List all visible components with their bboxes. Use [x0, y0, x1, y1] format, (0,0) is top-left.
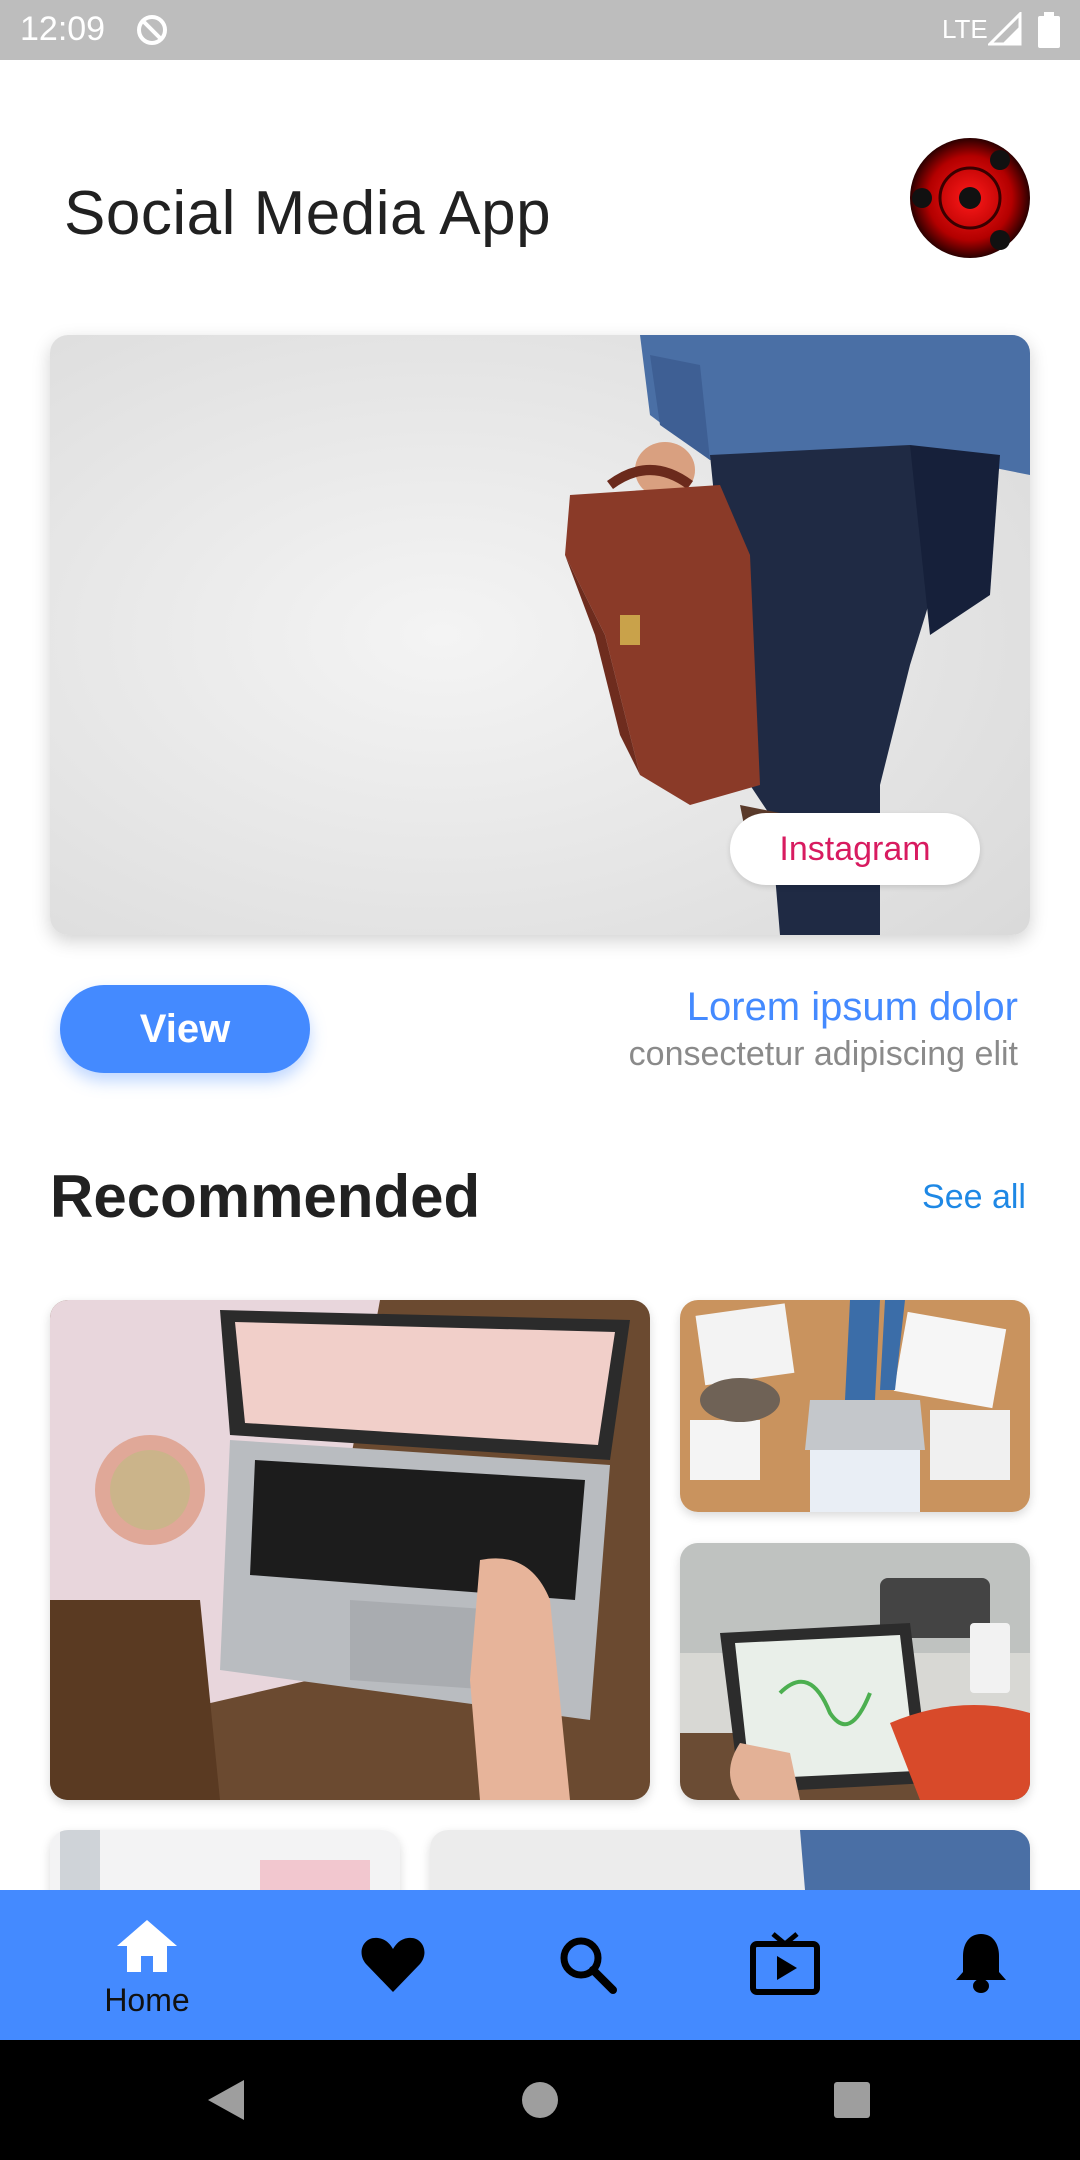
- search-icon: [560, 1937, 617, 1994]
- office-desk-photo: [680, 1300, 1030, 1512]
- status-bar: 12:09 LTE: [0, 0, 1080, 60]
- home-icon: [117, 1920, 177, 1972]
- back-icon[interactable]: [206, 2078, 246, 2122]
- laptop-desk-photo: [50, 1300, 650, 1800]
- app-title: Social Media App: [64, 179, 552, 248]
- caption-subtitle: consectetur adipiscing elit: [628, 1035, 1018, 1073]
- system-nav-bar: [0, 2040, 1080, 2160]
- nav-search[interactable]: [512, 1890, 662, 2040]
- section-title: Recommended: [50, 1163, 481, 1230]
- avatar[interactable]: [908, 136, 1032, 260]
- nav-notifications[interactable]: [906, 1890, 1056, 2040]
- tablet-drawing-photo: [680, 1543, 1030, 1800]
- heart-icon: [361, 1937, 425, 1992]
- tv-icon: [750, 1932, 820, 1995]
- caption-title: Lorem ipsum dolor: [686, 985, 1018, 1029]
- nav-home-label: Home: [104, 1982, 190, 2018]
- nav-tv[interactable]: [710, 1890, 860, 2040]
- nav-home[interactable]: Home: [72, 1890, 222, 2040]
- recommended-tile-top[interactable]: [680, 1300, 1030, 1512]
- recommended-tile-large[interactable]: [50, 1300, 650, 1800]
- sync-icon: [137, 15, 167, 45]
- bottom-nav: Home: [0, 1890, 1080, 2040]
- recommended-tile-bottom[interactable]: [680, 1543, 1030, 1800]
- status-time: 12:09: [20, 10, 106, 48]
- view-button[interactable]: View: [60, 985, 310, 1073]
- instagram-chip[interactable]: Instagram: [730, 813, 980, 885]
- signal-icon: [988, 12, 1022, 46]
- battery-icon: [1038, 12, 1060, 48]
- network-type: LTE: [942, 14, 988, 44]
- see-all-link[interactable]: See all: [922, 1178, 1026, 1217]
- home-circle-icon[interactable]: [520, 2080, 560, 2120]
- nav-favorites[interactable]: [318, 1890, 468, 2040]
- recents-icon[interactable]: [833, 2081, 871, 2119]
- bell-icon: [956, 1934, 1006, 1993]
